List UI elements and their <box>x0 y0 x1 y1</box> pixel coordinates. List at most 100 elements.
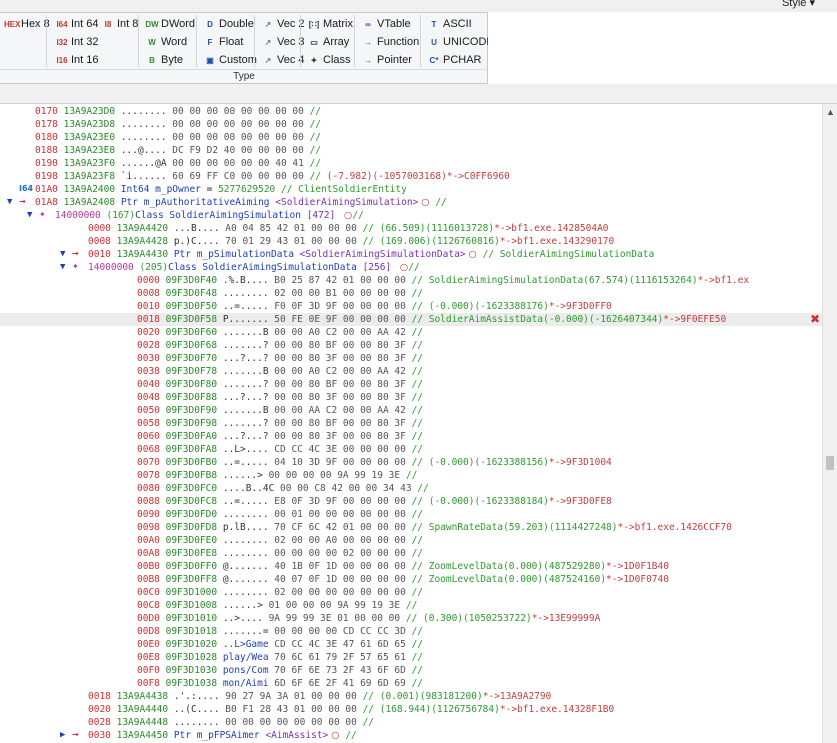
edit-pointer-icon[interactable]: ○ <box>418 197 429 208</box>
tree-row[interactable]: 0018 09F3D0F58 P....... 50 FE 0E 9F 00 0… <box>0 313 822 326</box>
vtable-type-button[interactable]: ∞ VTable <box>360 16 411 33</box>
tree-row[interactable]: 0080 09F3D0FC0 ....B..4C 00 00 C8 42 00 … <box>0 482 822 495</box>
tree-row[interactable]: 00F8 09F3D1038 mon/Aimi 6D 6F 6E 2F 41 6… <box>0 677 822 690</box>
tree-row[interactable]: ▼ → 0010 13A9A4430 Ptr m_pSimulationData <… <box>0 248 822 261</box>
expanded-arrow-icon[interactable]: ▼ <box>60 261 65 274</box>
row-field-cm: // <box>309 119 322 130</box>
ribbon-separator <box>46 15 47 67</box>
tree-row[interactable]: 00A0 09F3D0FE0 ........ 02 00 00 A0 00 0… <box>0 534 822 547</box>
double-type-button[interactable]: D Double <box>202 16 254 33</box>
tree-row[interactable]: 0000 09F3D0F40 .%.B.... B0 25 87 42 01 0… <box>0 274 822 287</box>
tree-row[interactable]: 0028 09F3D0F68 .......? 00 00 80 BF 00 0… <box>0 339 822 352</box>
tree-row[interactable]: 0030 09F3D0F70 ...?...? 00 00 80 3F 00 0… <box>0 352 822 365</box>
tree-row[interactable]: 0070 09F3D0FB0 ..=..... 04 10 3D 9F 00 0… <box>0 456 822 469</box>
tree-row[interactable]: 0020 13A9A4440 ..(C.... B0 F1 28 43 01 0… <box>0 703 822 716</box>
tree-row[interactable]: 0188 13A9A23E8 ...@.... DC F9 D2 40 00 0… <box>0 144 822 157</box>
tree-row[interactable]: 0180 13A9A23E0 ........ 00 00 00 00 00 0… <box>0 131 822 144</box>
row-text: 00F0 09F3D1030 pons/Com 70 6F 6E 73 2F 4… <box>137 664 423 677</box>
delete-icon[interactable]: ✖ <box>810 313 820 326</box>
row-field-hex: 6D 6F 6E 2F 41 69 6D 69 <box>274 678 412 689</box>
tree-row[interactable]: 00A8 09F3D0FE8 ........ 00 00 00 00 02 0… <box>0 547 822 560</box>
tree-row[interactable]: 0090 09F3D0FD0 ........ 00 01 00 00 00 0… <box>0 508 822 521</box>
matrix-type-button[interactable]: [∷] Matrix <box>306 16 353 33</box>
tree-row[interactable]: I64 01A0 13A9A2400 Int64 m_pOwner = 52776… <box>0 183 822 196</box>
dword-type-button[interactable]: DW DWord <box>144 16 195 33</box>
tree-row[interactable]: 0000 13A9A4420 ...B.... A0 04 85 42 01 0… <box>0 222 822 235</box>
vec3-type-button[interactable]: ↗ Vec 3 <box>260 34 305 51</box>
row-field-addr: 09F3D0F80 <box>165 379 223 390</box>
tree-row[interactable]: 0088 09F3D0FC8 ..=..... E8 0F 3D 9F 00 0… <box>0 495 822 508</box>
custom-type-button[interactable]: ▣ Custom <box>202 52 257 69</box>
tree-row[interactable]: 0040 09F3D0F80 .......? 00 00 80 BF 00 0… <box>0 378 822 391</box>
tree-row[interactable]: 00C8 09F3D1008 ......> 01 00 00 00 9A 99… <box>0 599 822 612</box>
expanded-arrow-icon[interactable]: ▼ <box>7 196 12 209</box>
vec4-type-button[interactable]: ↗ Vec 4 <box>260 52 305 69</box>
int64-type-button[interactable]: I64 Int 64 <box>54 16 98 33</box>
ribbon-separator <box>300 15 301 67</box>
style-menu[interactable]: Style ▾ <box>782 0 815 9</box>
tree-row[interactable]: ▼ ✦ 14000000 (167)Class SoldierAimingSimul… <box>0 209 822 222</box>
row-field-off: 0060 <box>137 431 166 442</box>
memory-tree-view[interactable]: 0170 13A9A23D0 ........ 00 00 00 00 00 0… <box>0 104 822 743</box>
scroll-thumb[interactable] <box>826 456 834 470</box>
tree-row[interactable]: 0098 09F3D0FD8 p.lB.... 70 CF 6C 42 01 0… <box>0 521 822 534</box>
tree-row[interactable]: 0028 13A9A4448 ........ 00 00 00 00 00 0… <box>0 716 822 729</box>
tree-row[interactable]: ▶ → 0030 13A9A4450 Ptr m_pFPSAimer <AimAss… <box>0 729 822 742</box>
row-field-addr: 13A9A23E8 <box>63 145 121 156</box>
edit-pointer-icon[interactable]: ○ <box>466 249 477 260</box>
vec2-type-button[interactable]: ↗ Vec 2 <box>260 16 305 33</box>
unicode-type-button[interactable]: U UNICODE <box>426 34 494 51</box>
pointer-type-button[interactable]: → Pointer <box>360 52 412 69</box>
word-type-button[interactable]: W Word <box>144 34 187 51</box>
array-type-button[interactable]: ▭ Array <box>306 34 349 51</box>
edit-pointer-icon[interactable]: ○ <box>341 210 352 221</box>
hex8-type-button[interactable]: HEX Hex 8 <box>4 16 50 33</box>
tree-row[interactable]: 0060 09F3D0FA0 ...?...? 00 00 80 3F 00 0… <box>0 430 822 443</box>
class-type-button[interactable]: ✦ Class <box>306 52 351 69</box>
row-field-asc: .......= <box>222 626 275 637</box>
tree-row[interactable]: 0178 13A9A23D8 ........ 00 00 00 00 00 0… <box>0 118 822 131</box>
pchar-type-button[interactable]: C* PCHAR <box>426 52 482 69</box>
tree-row[interactable]: 00B0 09F3D0FF0 @....... 40 1B 0F 1D 00 0… <box>0 560 822 573</box>
int16-type-button[interactable]: I16 Int 16 <box>54 52 98 69</box>
tree-row[interactable]: 0050 09F3D0F90 .......B 00 00 AA C2 00 0… <box>0 404 822 417</box>
tree-row[interactable]: ▼ → 01A8 13A9A2408 Ptr m_pAuthoritativeAim… <box>0 196 822 209</box>
tree-row[interactable]: 00D8 09F3D1018 .......= 00 00 00 00 CD C… <box>0 625 822 638</box>
ascii-type-button[interactable]: T ASCII <box>426 16 472 33</box>
tree-row[interactable]: 00E0 09F3D1020 ..L>Game CD CC 4C 3E 47 6… <box>0 638 822 651</box>
expanded-arrow-icon[interactable]: ▼ <box>27 209 32 222</box>
vertical-scrollbar[interactable]: ▲ <box>822 104 837 743</box>
edit-pointer-icon[interactable]: ○ <box>397 262 408 273</box>
tree-row[interactable]: 00B8 09F3D0FF8 @....... 40 07 0F 1D 00 0… <box>0 573 822 586</box>
tree-row[interactable]: 0078 09F3D0FB8 ......> 00 00 00 00 9A 99… <box>0 469 822 482</box>
tree-row[interactable]: 00D0 09F3D1010 ..>.... 9A 99 99 3E 01 00… <box>0 612 822 625</box>
tree-row[interactable]: 00E8 09F3D1028 play/Wea 70 6C 61 79 2F 5… <box>0 651 822 664</box>
byte-type-button[interactable]: B Byte <box>144 52 183 69</box>
float-type-button[interactable]: F Float <box>202 34 244 51</box>
tree-row[interactable]: 0010 09F3D0F50 ..=..... F0 0F 3D 9F 00 0… <box>0 300 822 313</box>
row-field-hex: 00 00 00 00 CD CC CC 3D <box>274 626 412 637</box>
tree-row[interactable]: 00C0 09F3D1000 ........ 02 00 00 00 00 0… <box>0 586 822 599</box>
tree-row[interactable]: 0008 09F3D0F48 ........ 02 00 00 B1 00 0… <box>0 287 822 300</box>
tree-row[interactable]: 0048 09F3D0F88 ...?...? 00 00 80 3F 00 0… <box>0 391 822 404</box>
tree-row[interactable]: 0008 13A9A4428 p.)C.... 70 01 29 43 01 0… <box>0 235 822 248</box>
tree-row[interactable]: 0020 09F3D0F60 .......B 00 00 A0 C2 00 0… <box>0 326 822 339</box>
int32-type-button[interactable]: I32 Int 32 <box>54 34 98 51</box>
scroll-up-icon[interactable]: ▲ <box>826 107 835 117</box>
tree-row[interactable]: ▼ ✦ 14000000 (205)Class SoldierAimingSimul… <box>0 261 822 274</box>
row-field-kw: ..L>Game <box>222 639 275 650</box>
tree-row[interactable]: 0038 09F3D0F78 .......B 00 00 A0 C2 00 0… <box>0 365 822 378</box>
function-type-button[interactable]: → Function <box>360 34 419 51</box>
tree-row[interactable]: 0018 13A9A4438 .'.:.... 90 27 9A 3A 01 0… <box>0 690 822 703</box>
tree-row[interactable]: 0170 13A9A23D0 ........ 00 00 00 00 00 0… <box>0 105 822 118</box>
collapsed-arrow-icon[interactable]: ▶ <box>60 729 65 742</box>
tree-row[interactable]: 0190 13A9A23F0 ......@A 00 00 00 00 00 0… <box>0 157 822 170</box>
edit-pointer-icon[interactable]: ○ <box>328 730 339 741</box>
tree-row[interactable]: 0068 09F3D0FA8 ..L>.... CD CC 4C 3E 00 0… <box>0 443 822 456</box>
expanded-arrow-icon[interactable]: ▼ <box>60 248 65 261</box>
tree-row[interactable]: 0058 09F3D0F98 .......? 00 00 80 BF 00 0… <box>0 417 822 430</box>
row-field-asc: ......> <box>222 470 269 481</box>
tree-row[interactable]: 00F0 09F3D1030 pons/Com 70 6F 6E 73 2F 4… <box>0 664 822 677</box>
int8-type-button[interactable]: I8 Int 8 <box>100 16 139 33</box>
tree-row[interactable]: 0198 13A9A23F8 `i...... 60 69 FF C0 00 0… <box>0 170 822 183</box>
